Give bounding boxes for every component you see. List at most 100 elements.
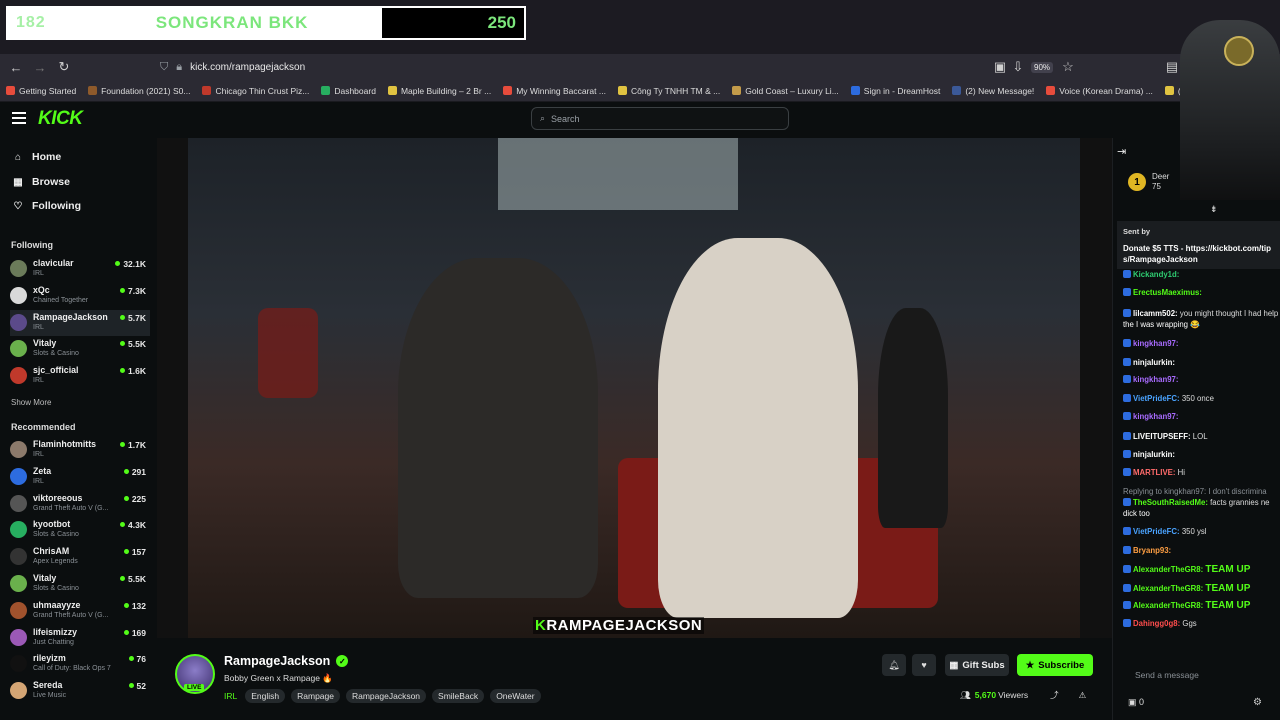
channel-category: Slots & Casino bbox=[33, 531, 79, 539]
nav-following[interactable]: ♡ Following bbox=[12, 200, 81, 212]
reload-icon[interactable]: ↻ bbox=[54, 57, 74, 77]
channel-category: Apex Legends bbox=[33, 558, 78, 566]
sidebar-channel-sjc_official[interactable]: sjc_official IRL 1.6K bbox=[10, 363, 150, 389]
sidebar-channel-flaminhotmitts[interactable]: Flaminhotmitts IRL 1.7K bbox=[10, 437, 150, 463]
show-more-link[interactable]: Show More bbox=[11, 398, 51, 407]
channel-category: Chained Together bbox=[33, 296, 89, 304]
reader-icon[interactable]: ▣ bbox=[990, 57, 1010, 77]
bookmark-item[interactable]: Voice (Korean Drama) ... bbox=[1046, 86, 1153, 96]
chat-username[interactable]: ErectusMaeximus: bbox=[1133, 288, 1202, 297]
star-icon[interactable]: ☆ bbox=[1058, 57, 1078, 77]
stream-title: Bobby Green x Rampage 🔥 bbox=[224, 673, 333, 683]
sidebar-channel-vitaly[interactable]: Vitaly Slots & Casino 5.5K bbox=[10, 571, 150, 597]
gift-subs-button[interactable]: ▦ Gift Subs bbox=[945, 654, 1009, 676]
chat-username[interactable]: TheSouthRaisedMe: bbox=[1133, 498, 1208, 507]
subscribe-button[interactable]: ★ Subscribe bbox=[1017, 654, 1093, 676]
zoom-level[interactable]: 90% bbox=[1031, 61, 1054, 73]
chat-username[interactable]: VietPrideFC: bbox=[1133, 394, 1180, 403]
sidebar-channel-viktoreeous[interactable]: viktoreeous Grand Theft Auto V (G... 225 bbox=[10, 491, 150, 517]
avatar bbox=[10, 601, 27, 619]
sidebar-channel-rampagejackson[interactable]: RampageJackson IRL 5.7K bbox=[10, 309, 150, 336]
sidebar-channel-vitaly[interactable]: Vitaly Slots & Casino 5.5K bbox=[10, 336, 150, 362]
bookmark-item[interactable]: Gold Coast – Luxury Li... bbox=[732, 86, 839, 96]
forward-icon[interactable]: → bbox=[30, 57, 50, 77]
avatar bbox=[10, 441, 27, 458]
chat-input[interactable]: Send a message bbox=[1123, 665, 1280, 685]
back-icon[interactable]: ← bbox=[6, 57, 26, 77]
chat-username[interactable]: kingkhan97: bbox=[1133, 339, 1179, 348]
badge-icon bbox=[1123, 309, 1131, 317]
channel-name: rileyizm bbox=[33, 653, 66, 664]
chat-username[interactable]: AlexanderTheGR8: bbox=[1133, 565, 1203, 574]
chat-username[interactable]: MARTLIVE: bbox=[1133, 468, 1175, 477]
chat-username[interactable]: Bryanp93: bbox=[1133, 546, 1171, 555]
sidebar-channel-lifeismizzy[interactable]: lifeismizzy Just Chatting 169 bbox=[10, 625, 150, 651]
share-icon[interactable]: ⤴ bbox=[1050, 689, 1059, 701]
chat-username[interactable]: Kickandy1d: bbox=[1133, 270, 1179, 279]
bookmark-item[interactable]: Foundation (2021) S0... bbox=[88, 86, 190, 96]
tag-rampage[interactable]: Rampage bbox=[291, 689, 340, 703]
sidebar: ⌂ Home ▦ Browse ♡ Following Following clavi… bbox=[0, 138, 157, 720]
nav-home[interactable]: ⌂ Home bbox=[12, 151, 61, 163]
bookmark-item[interactable]: Công Ty TNHH TM & ... bbox=[617, 86, 720, 96]
expand-chevron-icon[interactable]: ⇟ bbox=[1210, 204, 1218, 215]
follow-heart-icon[interactable]: ♥ bbox=[912, 654, 936, 676]
chat-username[interactable]: ninjalurkin: bbox=[1133, 358, 1175, 367]
tag-onewater[interactable]: OneWater bbox=[490, 689, 541, 703]
chat-username[interactable]: VietPrideFC: bbox=[1133, 527, 1180, 536]
tag-english[interactable]: English bbox=[245, 689, 286, 703]
category-link[interactable]: IRL bbox=[224, 691, 237, 701]
bookmark-item[interactable]: Sign in - DreamHost bbox=[850, 86, 940, 96]
chat-settings-icon[interactable]: ⚙ bbox=[1253, 697, 1262, 708]
collapse-chat-icon[interactable]: ⇥ bbox=[1117, 145, 1126, 158]
sidebar-channel-zeta[interactable]: Zeta IRL 291 bbox=[10, 464, 150, 490]
sidebar-channel-xqc[interactable]: xQc Chained Together 7.3K bbox=[10, 283, 150, 309]
tag-rampagejackson[interactable]: RampageJackson bbox=[345, 689, 427, 703]
channel-category: IRL bbox=[33, 477, 44, 485]
chat-points[interactable]: ▣ 0 bbox=[1128, 697, 1144, 708]
chat-message: dick too bbox=[1123, 509, 1280, 519]
bookmark-item[interactable]: Dashboard bbox=[321, 86, 376, 96]
sidebar-channel-uhmaayyze[interactable]: uhmaayyze Grand Theft Auto V (G... 132 bbox=[10, 598, 150, 624]
chat-username[interactable]: ninjalurkin: bbox=[1133, 450, 1175, 459]
channel-name: clavicular bbox=[33, 258, 74, 268]
channel-name: kyootbot bbox=[33, 519, 71, 530]
sidebar-channel-clavicular[interactable]: clavicular IRL 32.1K bbox=[10, 256, 150, 282]
sidebar-icon[interactable]: ▤ bbox=[1162, 57, 1182, 77]
chat-username[interactable]: kingkhan97: bbox=[1133, 375, 1179, 384]
search-input[interactable]: ⌕ Search bbox=[531, 107, 789, 130]
report-icon[interactable]: ⚠ bbox=[1079, 690, 1087, 701]
download-icon[interactable]: ⇩ bbox=[1008, 57, 1028, 77]
avatar bbox=[10, 655, 27, 673]
bookmark-item[interactable]: (2) New Message! bbox=[952, 86, 1034, 96]
bookmark-item[interactable]: Chicago Thin Crust Piz... bbox=[202, 86, 309, 96]
bookmark-item[interactable]: Getting Started bbox=[6, 86, 76, 96]
chat-message: ErectusMaeximus: bbox=[1123, 288, 1280, 298]
overlay-title: SONGKRAN BKK bbox=[155, 13, 309, 32]
address-bar[interactable]: ⛉ 🔒︎ kick.com/rampagejackson bbox=[160, 57, 980, 77]
sidebar-channel-sereda[interactable]: Sereda Live Music 52 bbox=[10, 678, 150, 704]
badge-icon bbox=[1123, 601, 1131, 609]
sidebar-channel-rileyizm[interactable]: rileyizm Call of Duty: Black Ops 7 76 bbox=[10, 651, 150, 677]
nav-browse[interactable]: ▦ Browse bbox=[12, 176, 70, 188]
chat-username[interactable]: Dahingg0g8: bbox=[1133, 619, 1180, 628]
bookmark-favicon-icon bbox=[503, 86, 513, 95]
sidebar-channel-kyootbot[interactable]: kyootbot Slots & Casino 4.3K bbox=[10, 517, 150, 543]
badge-icon bbox=[1123, 339, 1131, 347]
chat-text: TEAM UP bbox=[1205, 565, 1251, 575]
kick-logo[interactable]: KICK bbox=[38, 108, 83, 130]
sidebar-channel-chrisam[interactable]: ChrisAM Apex Legends 157 bbox=[10, 544, 150, 570]
notification-bell-icon[interactable]: 🔔︎ bbox=[882, 654, 906, 676]
bookmark-item[interactable]: Maple Building – 2 Br ... bbox=[387, 86, 491, 96]
channel-name[interactable]: RampageJackson ✓ bbox=[224, 654, 349, 668]
chat-username[interactable]: kingkhan97: bbox=[1133, 412, 1179, 421]
menu-icon[interactable] bbox=[12, 112, 26, 126]
chat-username[interactable]: LIVEITUPSEFF: bbox=[1133, 432, 1191, 441]
chat-username[interactable]: AlexanderTheGR8: bbox=[1133, 601, 1203, 610]
tag-smileback[interactable]: SmileBack bbox=[432, 689, 485, 703]
chat-username[interactable]: lilcamm502: bbox=[1133, 309, 1178, 318]
bookmark-item[interactable]: My Winning Baccarat ... bbox=[503, 86, 606, 96]
video-player[interactable] bbox=[157, 138, 1112, 638]
chat-username[interactable]: AlexanderTheGR8: bbox=[1133, 584, 1203, 593]
channel-category: Live Music bbox=[33, 692, 67, 700]
